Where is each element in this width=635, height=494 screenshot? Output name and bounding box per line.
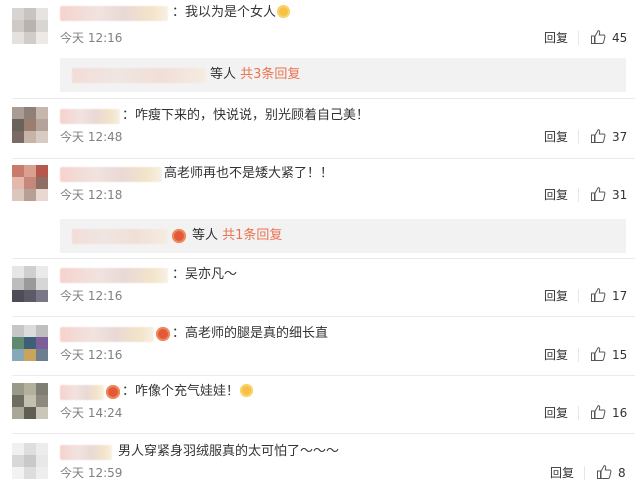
comment-divider <box>12 316 635 317</box>
comment-time: 今天 14:24 <box>60 406 123 420</box>
avatar[interactable] <box>12 383 48 419</box>
sub-reply-summary: 等人 共3条回复 <box>210 66 300 84</box>
sub-reply-box[interactable]: 等人 共1条回复 <box>60 219 626 253</box>
like-count: 37 <box>612 130 628 144</box>
thumbs-up-icon <box>597 465 612 479</box>
reply-button[interactable]: 回复 <box>544 30 568 46</box>
reply-button[interactable]: 回复 <box>544 129 568 145</box>
vip-badge-icon <box>106 385 120 399</box>
sub-reply-suffix: 等人 <box>210 67 237 82</box>
reply-button[interactable]: 回复 <box>544 347 568 363</box>
username-redacted[interactable] <box>60 167 162 182</box>
smile-emoji-icon <box>277 5 291 18</box>
username-redacted[interactable] <box>60 327 154 342</box>
thumbs-up-icon <box>591 405 606 419</box>
like-count: 16 <box>612 406 628 420</box>
comment-divider <box>12 158 635 159</box>
sub-reply-box[interactable]: 等人 共3条回复 <box>60 58 626 92</box>
vip-badge-icon <box>156 327 170 341</box>
username-redacted[interactable] <box>60 109 120 124</box>
sub-reply-count-link[interactable]: 共1条回复 <box>222 228 282 243</box>
sub-reply-summary: 等人 共1条回复 <box>192 227 282 245</box>
comment-item: 男人穿紧身羽绒服真的太可怕了～～～ 今天 12:59 回复 8 <box>0 443 635 493</box>
avatar[interactable] <box>12 443 48 479</box>
thumbs-up-icon <box>591 187 606 201</box>
comment-time: 今天 12:16 <box>60 348 123 362</box>
comment-time: 今天 12:59 <box>60 466 123 480</box>
comment-text: ：咋瘦下来的，快说说，别光顾着自己美！ <box>122 108 370 123</box>
reply-button[interactable]: 回复 <box>544 288 568 304</box>
sub-reply-users-redacted <box>72 68 206 83</box>
thumbs-up-icon <box>591 30 606 44</box>
username-redacted[interactable] <box>60 268 168 283</box>
surprised-emoji-icon <box>240 384 254 397</box>
reply-button[interactable]: 回复 <box>544 405 568 421</box>
avatar[interactable] <box>12 165 48 201</box>
comment-item: ：我以为是个女人 今天 12:16 回复 45 等人 共3条回复 <box>0 4 635 104</box>
divider <box>578 130 579 144</box>
reply-button[interactable]: 回复 <box>544 187 568 203</box>
divider <box>578 348 579 362</box>
reply-button[interactable]: 回复 <box>550 465 574 481</box>
divider <box>578 289 579 303</box>
like-count: 45 <box>612 31 628 45</box>
sub-reply-users-redacted <box>72 229 168 244</box>
comment-list: ：我以为是个女人 今天 12:16 回复 45 等人 共3条回复 ：咋瘦下来的，… <box>0 0 635 494</box>
like-count: 17 <box>612 289 628 303</box>
sub-reply-count-link[interactable]: 共3条回复 <box>240 67 300 82</box>
comment-item: ：咋瘦下来的，快说说，别光顾着自己美！ 今天 12:48 回复 37 <box>0 107 635 157</box>
divider <box>578 31 579 45</box>
thumbs-up-icon <box>591 288 606 302</box>
comment-text: ：咋像个充气娃娃！ <box>122 383 254 401</box>
comment-text: 高老师再也不是矮大紧了！！ <box>164 166 334 181</box>
avatar[interactable] <box>12 266 48 302</box>
avatar[interactable] <box>12 107 48 143</box>
comment-text: ：吴亦凡～ <box>172 267 238 282</box>
comment-divider <box>12 433 635 434</box>
divider <box>578 188 579 202</box>
comment-time: 今天 12:16 <box>60 31 123 45</box>
comment-time: 今天 12:16 <box>60 289 123 303</box>
like-count: 8 <box>618 466 626 480</box>
comment-text: ：高老师的腿是真的细长直 <box>172 326 329 341</box>
username-redacted[interactable] <box>60 445 112 460</box>
sub-reply-suffix: 等人 <box>192 228 219 243</box>
divider <box>584 466 585 480</box>
comment-time: 今天 12:48 <box>60 130 123 144</box>
avatar[interactable] <box>12 325 48 361</box>
comment-item: ：咋像个充气娃娃！ 今天 14:24 回复 16 <box>0 383 635 433</box>
like-count: 31 <box>612 188 628 202</box>
username-redacted[interactable] <box>60 6 168 21</box>
thumbs-up-icon <box>591 347 606 361</box>
username-redacted[interactable] <box>60 385 104 400</box>
divider <box>578 406 579 420</box>
comment-text: 男人穿紧身羽绒服真的太可怕了～～～ <box>118 444 340 459</box>
avatar[interactable] <box>12 8 48 44</box>
comment-item: ：高老师的腿是真的细长直 今天 12:16 回复 15 <box>0 325 635 375</box>
comment-time: 今天 12:18 <box>60 188 123 202</box>
comment-item: ：吴亦凡～ 今天 12:16 回复 17 <box>0 266 635 316</box>
vip-badge-icon <box>172 229 186 243</box>
thumbs-up-icon <box>591 129 606 143</box>
comment-divider <box>12 98 635 99</box>
comment-divider <box>12 375 635 376</box>
like-count: 15 <box>612 348 628 362</box>
comment-divider <box>12 258 635 259</box>
comment-item: 高老师再也不是矮大紧了！！ 今天 12:18 回复 31 等人 共1条回复 <box>0 165 635 255</box>
comment-text: ：我以为是个女人 <box>172 4 291 22</box>
